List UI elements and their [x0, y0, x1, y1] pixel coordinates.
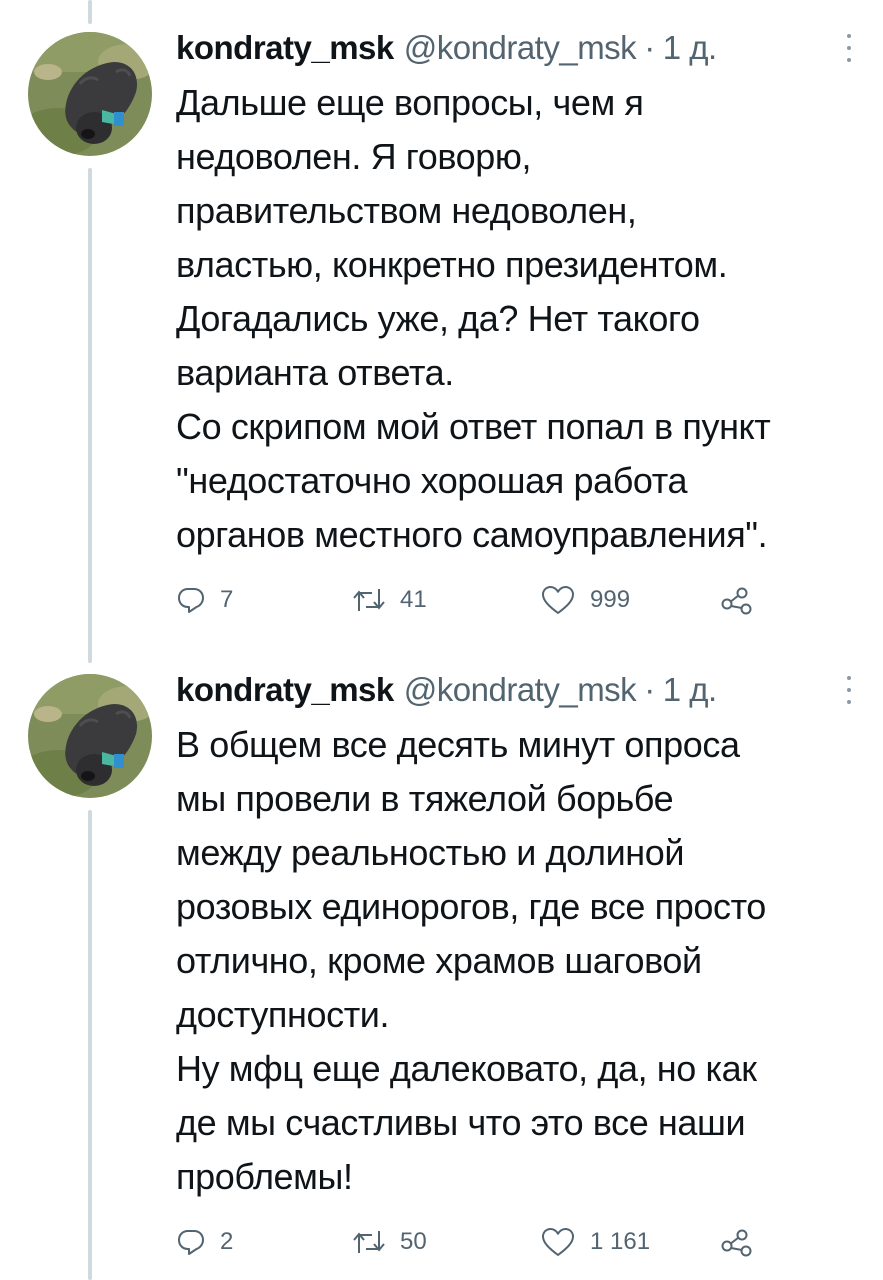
author-handle[interactable]: @kondraty_msk	[404, 670, 637, 710]
retweet-icon	[353, 1231, 385, 1253]
reply-button[interactable]: 2	[176, 1222, 233, 1262]
tweet[interactable]: kondraty_msk @kondraty_msk · 1 д. Дальше…	[0, 28, 883, 638]
more-options-icon[interactable]	[845, 676, 853, 704]
reply-button[interactable]: 7	[176, 580, 233, 620]
author-name[interactable]: kondraty_msk	[176, 28, 394, 68]
tweet-thread: kondraty_msk @kondraty_msk · 1 д. Дальше…	[0, 0, 883, 1280]
tweet-header: kondraty_msk @kondraty_msk · 1 д.	[176, 28, 873, 68]
like-button[interactable]: 1 161	[540, 1222, 650, 1262]
tweet-text-line: "недостаточно хорошая работа	[176, 460, 688, 501]
retweet-count: 50	[400, 1228, 427, 1255]
tweet-text-line: правительством недоволен,	[176, 190, 637, 231]
tweet-text-line: варианта ответа.	[176, 352, 454, 393]
share-button[interactable]	[720, 1222, 754, 1262]
tweet[interactable]: kondraty_msk @kondraty_msk · 1 д. В обще…	[0, 670, 883, 1270]
share-icon	[721, 587, 752, 615]
tweet-timestamp[interactable]: 1 д.	[663, 670, 717, 710]
retweet-icon	[353, 589, 385, 611]
tweet-text-line: В общем все десять минут опроса	[176, 724, 740, 765]
reply-count: 7	[220, 586, 234, 613]
heart-icon	[542, 1228, 574, 1256]
heart-icon	[542, 586, 574, 614]
tweet-header: kondraty_msk @kondraty_msk · 1 д.	[176, 670, 873, 710]
tweet-text-line: Со скрипом мой ответ попал в пункт	[176, 406, 771, 447]
tweet-text: Дальше еще вопросы, чем я недоволен. Я г…	[176, 76, 873, 562]
reply-icon	[178, 1230, 204, 1255]
tweet-text-line: отлично, кроме храмов шаговой	[176, 940, 702, 981]
more-options-icon[interactable]	[845, 34, 853, 62]
tweet-text-line: де мы счастливы что это все наши	[176, 1102, 746, 1143]
share-icon	[721, 1229, 752, 1257]
tweet-text: В общем все десять минут опроса мы прове…	[176, 718, 873, 1204]
author-name[interactable]: kondraty_msk	[176, 670, 394, 710]
share-button[interactable]	[720, 580, 754, 620]
tweet-text-line: недоволен. Я говорю,	[176, 136, 532, 177]
reply-count: 2	[220, 1228, 234, 1255]
retweet-count: 41	[400, 586, 427, 613]
like-button[interactable]: 999	[540, 580, 630, 620]
tweet-actions: 2 50 1 161	[176, 1222, 796, 1262]
tweet-text-line: между реальностью и долиной	[176, 832, 685, 873]
tweet-text-line: доступности.	[176, 994, 390, 1035]
like-count: 1 161	[590, 1228, 651, 1255]
retweet-button[interactable]: 41	[352, 580, 427, 620]
retweet-button[interactable]: 50	[352, 1222, 427, 1262]
tweet-text-line: властью, конкретно президентом.	[176, 244, 728, 285]
tweet-text-line: проблемы!	[176, 1156, 353, 1197]
tweet-text-line: розовых единорогов, где все просто	[176, 886, 766, 927]
reply-icon	[178, 588, 204, 613]
separator-dot: ·	[644, 29, 655, 66]
tweet-text-line: Дальше еще вопросы, чем я	[176, 82, 644, 123]
tweet-text-line: Ну мфц еще далековато, да, но как	[176, 1048, 757, 1089]
separator-dot: ·	[644, 671, 655, 708]
tweet-text-line: органов местного самоуправления".	[176, 514, 768, 555]
author-handle[interactable]: @kondraty_msk	[404, 28, 637, 68]
avatar[interactable]	[28, 32, 152, 156]
dog-photo-avatar-icon	[28, 32, 152, 156]
tweet-timestamp[interactable]: 1 д.	[663, 28, 717, 68]
like-count: 999	[590, 586, 631, 613]
avatar[interactable]	[28, 674, 152, 798]
tweet-actions: 7 41 999	[176, 580, 796, 620]
thread-connector-line	[88, 0, 92, 24]
tweet-text-line: мы провели в тяжелой борьбе	[176, 778, 674, 819]
tweet-text-line: Догадались уже, да? Нет такого	[176, 298, 700, 339]
dog-photo-avatar-icon	[28, 674, 152, 798]
